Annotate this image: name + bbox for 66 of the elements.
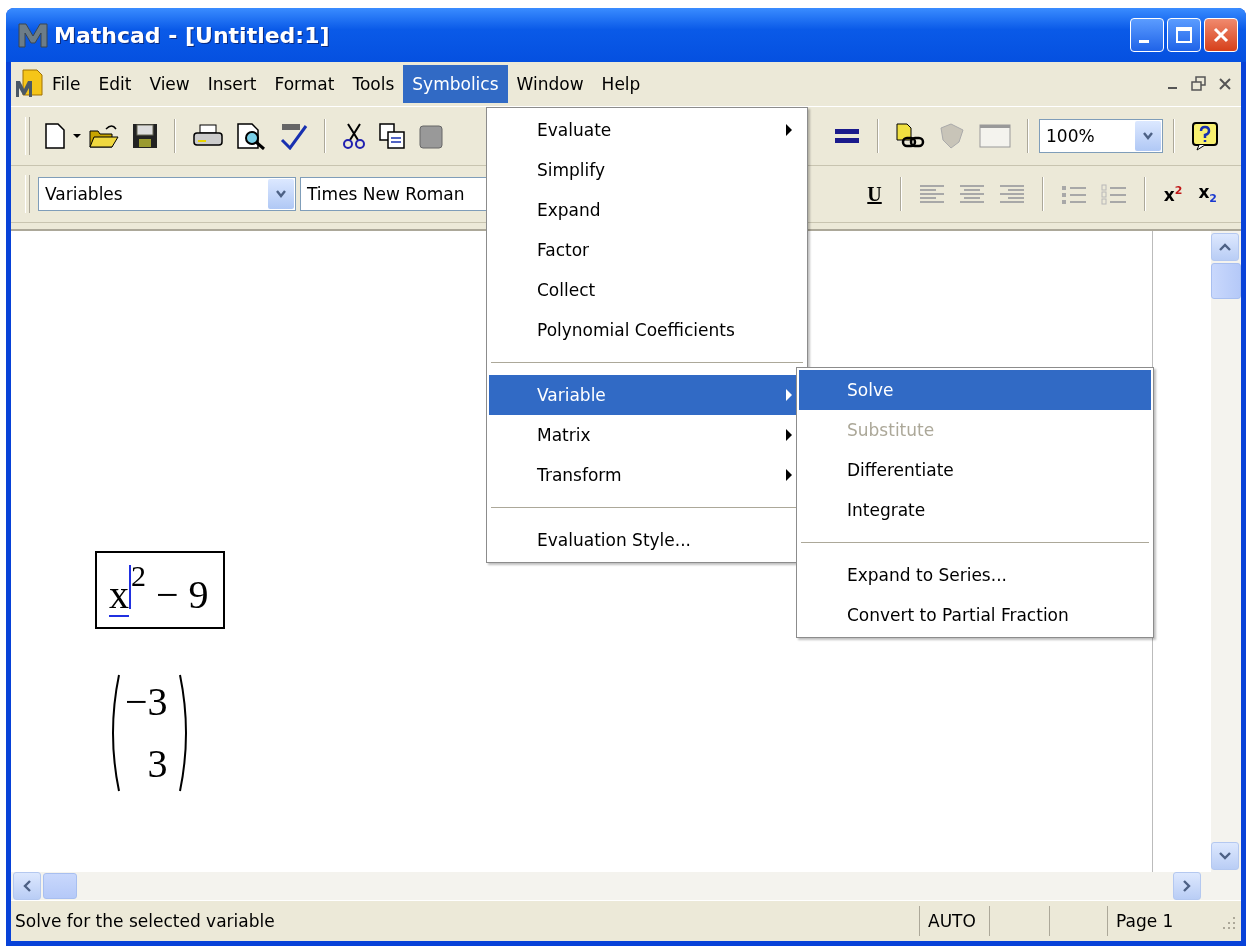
restore-icon[interactable] (1191, 76, 1207, 92)
menu-item[interactable]: Window (507, 65, 593, 103)
page-indicator: Page 1 (1107, 906, 1217, 936)
matrix-entry: −3 (125, 682, 168, 722)
window-icon[interactable] (979, 123, 1011, 149)
menu-item[interactable]: Edit (89, 65, 141, 103)
chevron-up-icon (1219, 243, 1231, 251)
minimize-icon (1139, 39, 1149, 43)
menu-item[interactable]: Insert (198, 65, 266, 103)
chevron-down-icon (275, 189, 287, 199)
menu-item[interactable]: Solve (799, 370, 1151, 410)
chevron-down-icon (1142, 131, 1154, 141)
chevron-down-icon (1219, 852, 1231, 860)
copy-icon[interactable] (378, 122, 406, 150)
document-icon[interactable] (15, 69, 43, 99)
help-icon[interactable] (1191, 121, 1219, 151)
menu-item[interactable]: Collect (489, 270, 805, 310)
maximize-button[interactable] (1167, 18, 1201, 52)
status-mode: AUTO (919, 906, 989, 936)
menu-item[interactable]: Symbolics (403, 65, 508, 103)
scroll-left-button[interactable] (13, 872, 41, 900)
scroll-up-button[interactable] (1211, 233, 1239, 261)
underline-button[interactable]: U (859, 180, 890, 208)
menu-item[interactable]: Evaluate (489, 110, 805, 150)
new-file-icon[interactable] (44, 122, 66, 150)
scroll-down-button[interactable] (1211, 842, 1239, 870)
menu-item[interactable]: Factor (489, 230, 805, 270)
maximize-icon (1175, 26, 1193, 44)
menu-item[interactable]: Convert to Partial Fraction (799, 595, 1151, 635)
scroll-thumb[interactable] (1211, 263, 1241, 299)
menu-item[interactable]: Tools (343, 65, 404, 103)
minimize-button[interactable] (1130, 18, 1164, 52)
chevron-right-icon (1183, 880, 1191, 892)
close-button[interactable] (1204, 18, 1238, 52)
window-title: Mathcad - [Untitled:1] (54, 22, 331, 48)
menu-item[interactable]: View (140, 65, 199, 103)
print-preview-icon[interactable] (236, 122, 266, 150)
dropdown-arrow-icon[interactable] (72, 133, 82, 139)
style-combo[interactable]: Variables (38, 177, 296, 211)
zoom-dropdown-icon[interactable] (1135, 121, 1161, 151)
linked-file-icon[interactable] (895, 122, 925, 150)
scroll-thumb[interactable] (43, 873, 77, 899)
menu-item[interactable]: File (43, 65, 90, 103)
scroll-right-button[interactable] (1173, 872, 1201, 900)
menu-item[interactable]: Polynomial Coefficients (489, 310, 805, 350)
close-icon (1212, 26, 1230, 44)
zoom-combo[interactable]: 100% (1039, 119, 1163, 153)
equals-icon[interactable] (833, 126, 861, 146)
superscript-button[interactable]: x$^{2}$ (1155, 181, 1191, 207)
menu-item[interactable]: Format (265, 65, 344, 103)
save-icon[interactable] (132, 123, 158, 149)
printer-icon[interactable] (192, 123, 224, 149)
scissors-icon[interactable] (342, 122, 366, 150)
style-dropdown-icon[interactable] (268, 179, 294, 209)
app-logo-icon (18, 22, 48, 48)
menu-item[interactable]: Integrate (799, 490, 1151, 530)
open-folder-icon[interactable] (88, 123, 120, 149)
spell-check-icon[interactable] (278, 122, 308, 150)
subscript-button[interactable]: x$_{2}$ (1190, 180, 1225, 208)
menu-item[interactable]: Help (592, 65, 650, 103)
menu-item[interactable]: Differentiate (799, 450, 1151, 490)
status-message: Solve for the selected variable (14, 911, 276, 931)
chevron-left-icon (23, 880, 31, 892)
matrix-entry: 3 (147, 744, 168, 784)
menu-item[interactable]: Expand to Series... (799, 555, 1151, 595)
close-icon[interactable] (1217, 76, 1233, 92)
